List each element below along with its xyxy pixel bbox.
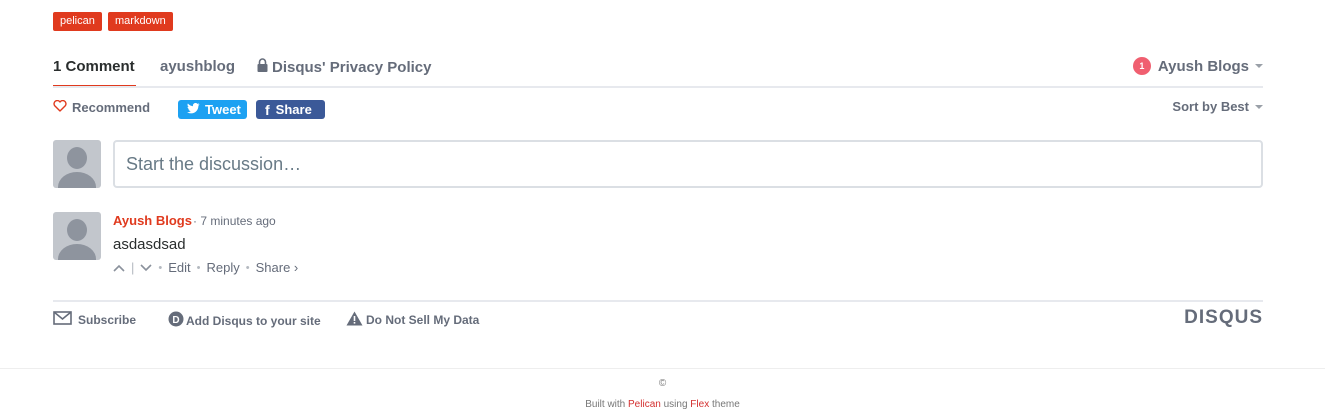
chevron-down-icon (1255, 104, 1263, 109)
comment-actions: | • Edit • Reply • Share › (113, 260, 298, 275)
svg-text:D: D (172, 315, 179, 326)
flex-link[interactable]: Flex (690, 399, 709, 410)
built-prefix: Built with (585, 399, 626, 410)
facebook-icon: f (265, 101, 270, 118)
sort-label: Sort by Best (1172, 99, 1249, 114)
tweet-button[interactable]: Tweet (178, 100, 247, 119)
recommend-label: Recommend (72, 100, 151, 115)
do-not-sell-label: Do Not Sell My Data (366, 313, 480, 327)
share-link[interactable]: Share › (256, 260, 299, 275)
using-text: using (663, 399, 688, 410)
lock-icon (257, 58, 268, 76)
built-with-text: Built with Pelican using Flex theme (0, 399, 1325, 410)
envelope-icon (53, 311, 72, 328)
edit-link[interactable]: Edit (168, 260, 190, 275)
chevron-down-icon (1255, 64, 1263, 68)
add-disqus-label: Add Disqus to your site (186, 313, 321, 328)
privacy-policy-link[interactable]: Disqus' Privacy Policy (257, 58, 431, 76)
upvote-icon[interactable] (113, 260, 125, 275)
do-not-sell-link[interactable]: Do Not Sell My Data (346, 311, 479, 329)
current-user-avatar (53, 140, 101, 188)
add-disqus-link[interactable]: D Add Disqus to your site (168, 311, 321, 330)
subscribe-link[interactable]: Subscribe (53, 311, 136, 328)
comment-time-text: 7 minutes ago (200, 214, 276, 228)
facebook-share-button[interactable]: f Share (256, 100, 325, 119)
comment-author[interactable]: Ayush Blogs (113, 213, 192, 228)
downvote-icon[interactable] (140, 260, 152, 275)
comment-input[interactable]: Start the discussion… (113, 140, 1263, 188)
tag-markdown[interactable]: markdown (108, 12, 173, 31)
disqus-d-icon: D (168, 311, 184, 330)
notification-badge[interactable]: 1 (1132, 57, 1151, 75)
share-label: Share (275, 102, 312, 117)
subscribe-label: Subscribe (78, 312, 137, 327)
comment-avatar[interactable] (53, 212, 101, 260)
warning-icon (346, 311, 363, 329)
twitter-icon (187, 102, 200, 117)
tab-community[interactable]: ayushblog (160, 58, 235, 75)
recommend-button[interactable]: Recommend (53, 99, 151, 115)
tab-comments[interactable]: 1 Comment (53, 58, 135, 75)
pelican-link[interactable]: Pelican (628, 399, 661, 410)
heart-icon (53, 99, 67, 115)
comment-timestamp[interactable]: · 7 minutes ago (193, 214, 276, 228)
user-menu[interactable]: 1 Ayush Blogs (1132, 57, 1263, 75)
tweet-label: Tweet (205, 102, 241, 117)
sort-dropdown[interactable]: Sort by Best (1172, 99, 1263, 114)
comment-body: asdasdsad (113, 236, 186, 253)
tag-pelican[interactable]: pelican (53, 12, 102, 31)
disqus-logo[interactable]: DISQUS (1184, 307, 1263, 329)
header-divider (53, 86, 1263, 88)
user-name: Ayush Blogs (1157, 57, 1249, 75)
theme-text: theme (711, 399, 740, 410)
reply-link[interactable]: Reply (207, 260, 240, 275)
copyright: © (658, 378, 667, 389)
footer-divider (53, 300, 1263, 302)
site-footer-divider (0, 368, 1325, 369)
privacy-policy-label: Disqus' Privacy Policy (272, 58, 432, 76)
